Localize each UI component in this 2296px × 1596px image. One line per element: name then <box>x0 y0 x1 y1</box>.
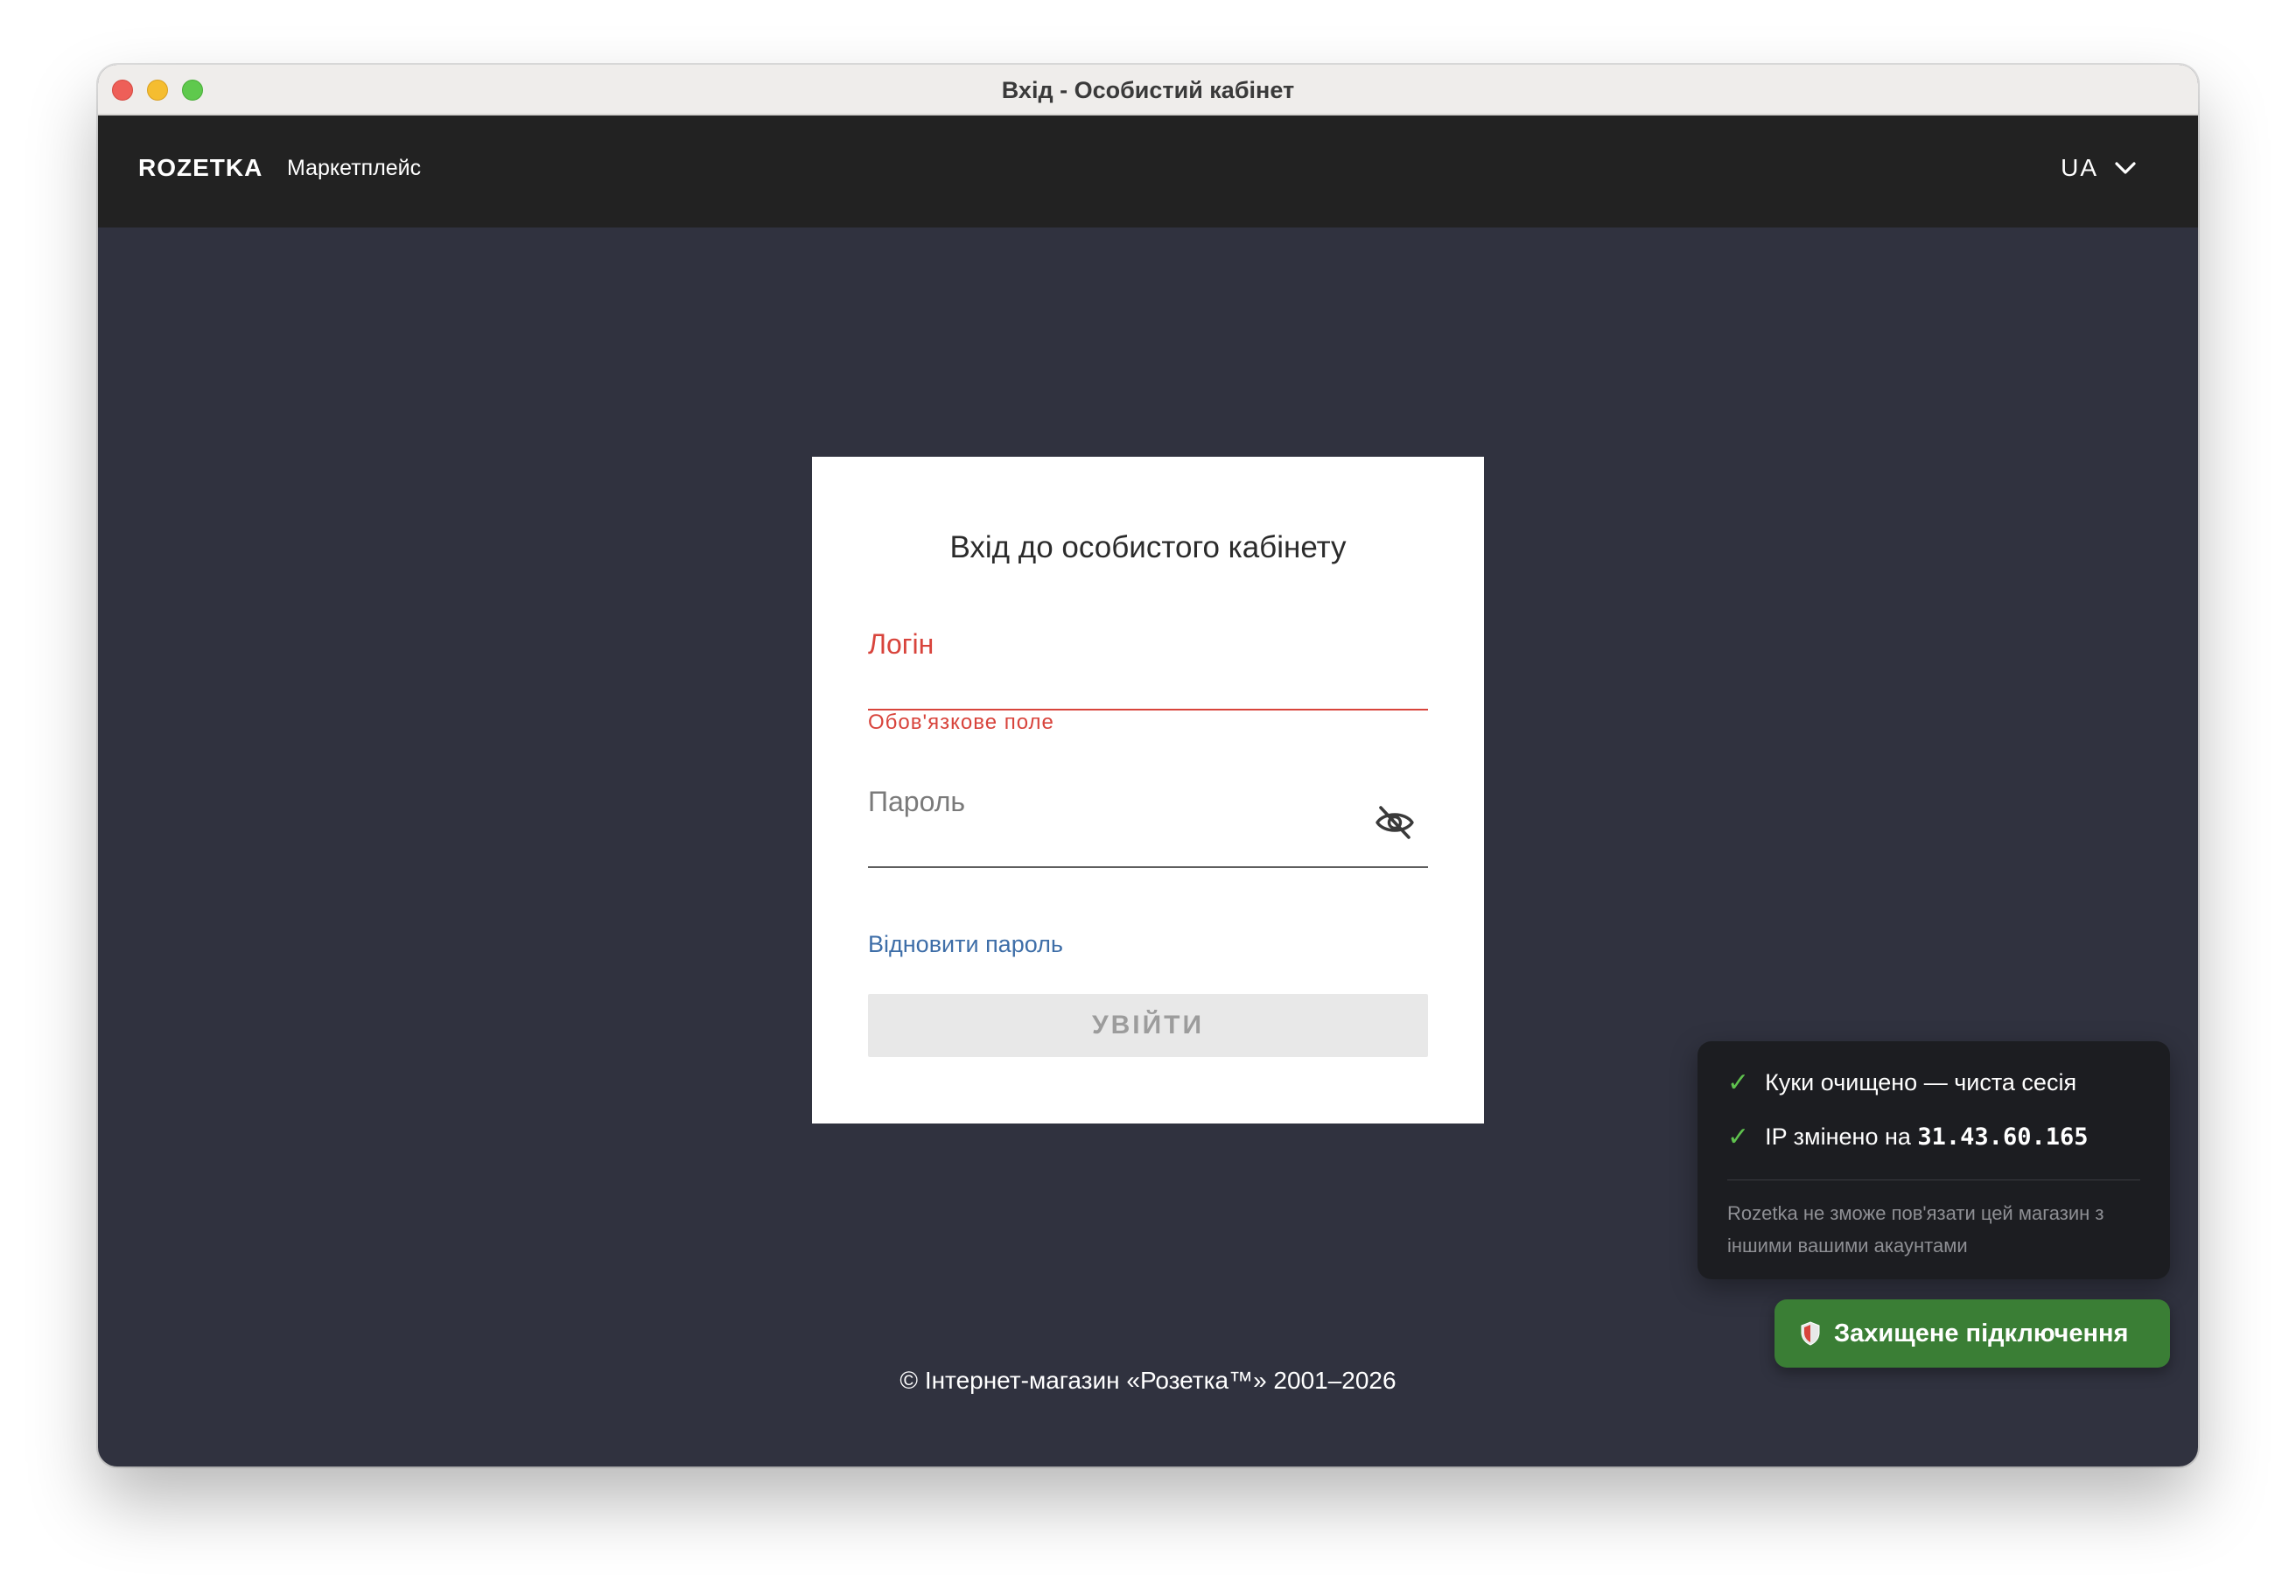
marketplace-label: Маркетплейс <box>287 156 422 180</box>
ip-prefix: IP змінено на <box>1765 1124 1911 1150</box>
cookies-text: Куки очищено — чиста сесія <box>1765 1069 2077 1096</box>
ip-address: 31.43.60.165 <box>1917 1124 2089 1151</box>
chevron-down-icon <box>2115 162 2136 174</box>
password-field[interactable]: Пароль <box>868 786 1428 868</box>
login-label: Логін <box>868 628 934 660</box>
privacy-notification: ✓ Куки очищено — чиста сесія ✓ IP змінен… <box>1698 1041 2170 1279</box>
check-icon: ✓ <box>1727 1068 1750 1097</box>
check-icon: ✓ <box>1727 1123 1750 1152</box>
restore-password-link[interactable]: Відновити пароль <box>868 931 1063 958</box>
title-bar: Вхід - Особистий кабінет <box>98 65 2198 116</box>
app-header: ROZETKA Маркетплейс UA <box>98 116 2198 228</box>
login-card: Вхід до особистого кабінету Логін Обов'я… <box>812 457 1484 1124</box>
eye-off-icon[interactable] <box>1374 803 1416 842</box>
footer-copyright: © Інтернет-магазин «Розетка™» 2001–2026 <box>900 1367 1396 1394</box>
login-input[interactable] <box>868 668 1428 704</box>
login-button[interactable]: УВІЙТИ <box>868 994 1428 1057</box>
login-error-message: Обов'язкове поле <box>868 710 1054 734</box>
login-title: Вхід до особистого кабінету <box>949 530 1347 564</box>
shield-icon <box>1801 1321 1820 1346</box>
cookies-status: ✓ Куки очищено — чиста сесія <box>1727 1068 2076 1098</box>
secure-connection-label: Захищене підключення <box>1834 1319 2129 1348</box>
rozetka-logo[interactable]: ROZETKA <box>138 154 262 182</box>
language-selector[interactable]: UA <box>2061 154 2137 182</box>
password-label: Пароль <box>868 786 966 817</box>
language-label: UA <box>2061 154 2098 181</box>
secure-connection-button[interactable]: Захищене підключення <box>1774 1299 2170 1368</box>
window-title: Вхід - Особистий кабінет <box>1001 77 1295 103</box>
popup-note: Rozetka не зможе пов'язати цей магазин з… <box>1727 1202 2104 1256</box>
password-input[interactable] <box>868 826 1428 861</box>
ip-status: ✓ IP змінено на 31.43.60.165 <box>1727 1122 2088 1152</box>
login-field[interactable]: Логін <box>868 628 1428 710</box>
